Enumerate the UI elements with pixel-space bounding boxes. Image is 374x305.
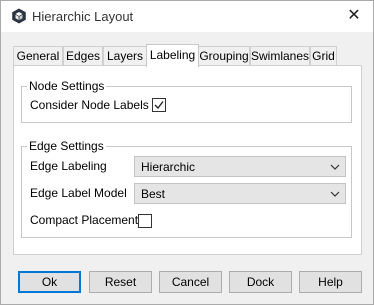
edge-labeling-label: Edge Labeling [30, 159, 107, 173]
dialog-window: Hierarchic Layout ✕ General Edges Layers… [0, 0, 374, 305]
chevron-down-icon [330, 164, 340, 170]
node-settings-title: Node Settings [27, 79, 107, 93]
help-button[interactable]: Help [299, 271, 362, 293]
reset-button[interactable]: Reset [89, 271, 152, 293]
tab-general[interactable]: General [13, 46, 63, 65]
edge-settings-group: Edge Settings Edge Labeling Hierarchic E… [21, 139, 352, 238]
consider-node-labels-checkbox[interactable] [152, 98, 166, 112]
compact-placement-label: Compact Placement [30, 213, 139, 227]
cancel-button[interactable]: Cancel [159, 271, 222, 293]
checkmark-icon [154, 101, 164, 110]
dock-button[interactable]: Dock [229, 271, 292, 293]
edge-labeling-select[interactable]: Hierarchic [134, 156, 346, 177]
ok-button[interactable]: Ok [18, 271, 81, 293]
node-settings-group: Node Settings Consider Node Labels [21, 79, 352, 123]
tab-grouping[interactable]: Grouping [198, 46, 250, 65]
edge-settings-title: Edge Settings [27, 139, 106, 153]
consider-node-labels-label: Consider Node Labels [30, 98, 149, 112]
labeling-panel: Node Settings Consider Node Labels Edge … [13, 65, 362, 255]
tab-swimlanes[interactable]: Swimlanes [250, 46, 310, 65]
tab-grid[interactable]: Grid [310, 46, 337, 65]
title-bar[interactable]: Hierarchic Layout ✕ [1, 1, 373, 32]
edge-label-model-select[interactable]: Best [134, 183, 346, 204]
tab-edges[interactable]: Edges [63, 46, 103, 65]
edge-label-model-value: Best [141, 187, 166, 201]
chevron-down-icon [330, 191, 340, 197]
tab-layers[interactable]: Layers [103, 46, 147, 65]
close-icon[interactable]: ✕ [341, 4, 367, 28]
app-logo-icon [11, 8, 27, 24]
window-title: Hierarchic Layout [32, 9, 134, 24]
tab-labeling[interactable]: Labeling [146, 44, 199, 67]
edge-labeling-value: Hierarchic [141, 160, 196, 174]
compact-placement-checkbox[interactable] [138, 214, 152, 228]
edge-label-model-label: Edge Label Model [30, 186, 127, 200]
